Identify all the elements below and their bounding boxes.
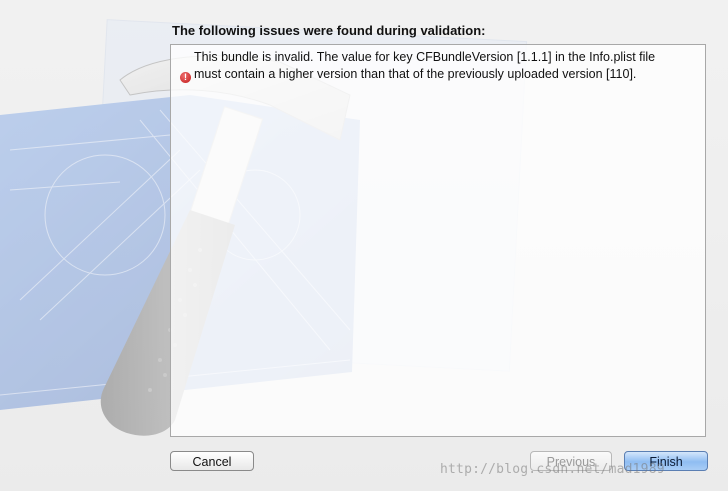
error-icon: ! — [180, 72, 191, 83]
validation-heading: The following issues were found during v… — [172, 23, 486, 38]
validation-sheet: The following issues were found during v… — [0, 0, 728, 491]
issue-message: This bundle is invalid. The value for ke… — [194, 50, 656, 81]
cancel-button[interactable]: Cancel — [170, 451, 254, 471]
watermark-text: http://blog.csdn.net/mad1989 — [440, 462, 665, 477]
issues-list[interactable]: ! This bundle is invalid. The value for … — [170, 44, 706, 437]
